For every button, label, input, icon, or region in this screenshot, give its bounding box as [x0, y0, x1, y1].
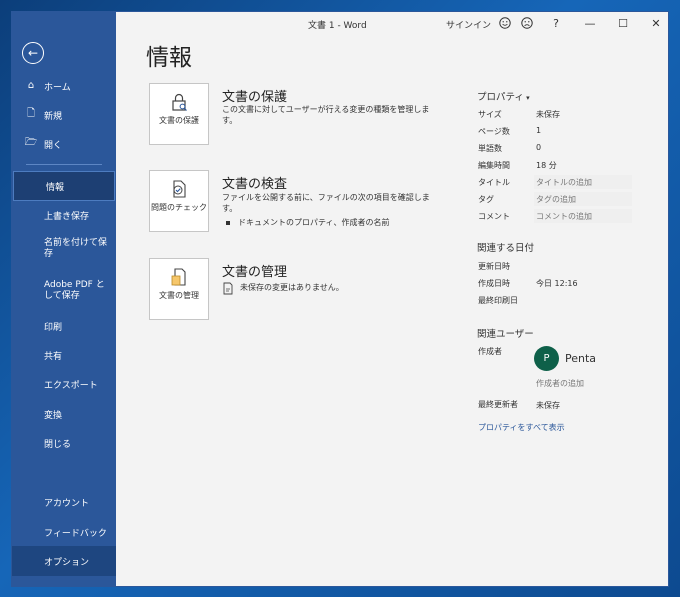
author-label: 作成者: [478, 347, 502, 356]
nav-export[interactable]: エクスポート: [12, 369, 116, 399]
prop-words-label: 単語数: [478, 144, 502, 153]
nav-transform[interactable]: 変換: [12, 399, 116, 429]
date-modified-label: 更新日時: [478, 262, 510, 271]
date-created-label: 作成日時: [478, 279, 510, 288]
nav-export-label: エクスポート: [44, 380, 98, 391]
nav-new[interactable]: 🗋 新規: [12, 100, 116, 130]
nav-info[interactable]: 情報: [13, 171, 115, 201]
nav-feedback-label: フィードバック: [44, 528, 107, 539]
nav-options-label: オプション: [44, 557, 90, 568]
related-people-heading: 関連ユーザー: [477, 329, 534, 340]
nav-save[interactable]: 上書き保存: [12, 200, 116, 230]
show-all-properties-link[interactable]: プロパティをすべて表示: [478, 422, 565, 433]
inspect-document-description: ファイルを公開する前に、ファイルの次の項目を確認します。: [222, 193, 430, 213]
prop-title-label: タイトル: [478, 178, 510, 187]
back-arrow-icon[interactable]: ←: [22, 42, 44, 64]
protect-document-heading: 文書の保護: [222, 90, 288, 105]
prop-size-label: サイズ: [478, 110, 502, 119]
prop-comments-input[interactable]: コメントの追加: [534, 209, 632, 223]
sign-in-link[interactable]: サインイン: [446, 18, 491, 31]
check-for-issues-button[interactable]: 問題のチェック: [149, 170, 209, 232]
nav-account[interactable]: アカウント: [12, 487, 116, 517]
close-icon[interactable]: ✕: [649, 16, 663, 30]
prop-words-value: 0: [536, 143, 542, 152]
inspect-document-heading: 文書の検査: [222, 177, 288, 192]
nav-close[interactable]: 閉じる: [12, 428, 116, 458]
bullet-mark: [226, 220, 230, 225]
frown-icon[interactable]: [520, 16, 534, 30]
nav-info-label: 情報: [46, 182, 65, 193]
nav-save-as-pdf-label: Adobe PDF として保存: [44, 280, 105, 301]
avatar[interactable]: P: [534, 346, 559, 371]
nav-home[interactable]: ⌂ ホーム: [12, 71, 116, 101]
nav-transform-label: 変換: [44, 410, 63, 421]
date-last-printed-label: 最終印刷日: [478, 296, 518, 305]
folder-open-icon: 🗁: [24, 136, 38, 148]
manage-document-label: 文書の管理: [159, 291, 199, 300]
prop-pages-label: ページ数: [478, 127, 510, 136]
sidebar-divider: [26, 164, 102, 165]
prop-editing-time-value: 18 分: [536, 161, 557, 170]
prop-tags-label: タグ: [478, 195, 494, 204]
nav-new-label: 新規: [44, 111, 63, 122]
manage-document-icon: [170, 267, 188, 287]
nav-account-label: アカウント: [44, 498, 90, 509]
author-name[interactable]: Penta: [565, 352, 596, 365]
home-icon: ⌂: [27, 79, 35, 91]
word-window: ← ⌂ ホーム 🗋 新規 🗁 開く 情報 上書き保存 名前を付けて保存 Adob…: [11, 11, 669, 587]
properties-heading-text: プロパティ: [477, 92, 524, 103]
last-modified-by-value: 未保存: [536, 401, 560, 410]
nav-print[interactable]: 印刷: [12, 311, 116, 341]
protect-document-button[interactable]: 文書の保護: [149, 83, 209, 145]
protect-document-label: 文書の保護: [159, 116, 199, 125]
lock-icon: [170, 92, 188, 112]
related-dates-heading: 関連する日付: [477, 243, 535, 254]
nav-save-as[interactable]: 名前を付けて保存: [12, 232, 116, 266]
nav-open[interactable]: 🗁 開く: [12, 129, 116, 159]
prop-title-input[interactable]: タイトルの追加: [534, 175, 632, 189]
nav-save-label: 上書き保存: [44, 211, 90, 222]
unsaved-changes-icon: [222, 280, 234, 299]
check-for-issues-label: 問題のチェック: [151, 203, 207, 212]
manage-document-description: 未保存の変更はありません。: [240, 283, 344, 292]
maximize-icon[interactable]: ☐: [616, 16, 630, 30]
prop-size-value: 未保存: [536, 110, 560, 119]
nav-save-as-label: 名前を付けて保存: [44, 238, 108, 259]
inspect-document-icon: [170, 179, 188, 199]
title-bar: 文書 1 - Word サインイン ? — ☐ ✕: [116, 12, 668, 34]
prop-editing-time-label: 編集時間: [478, 161, 510, 170]
last-modified-by-label: 最終更新者: [478, 400, 518, 409]
manage-document-button[interactable]: 文書の管理: [149, 258, 209, 320]
help-icon[interactable]: ?: [549, 16, 563, 30]
backstage-sidebar: ← ⌂ ホーム 🗋 新規 🗁 開く 情報 上書き保存 名前を付けて保存 Adob…: [12, 12, 116, 586]
protect-document-description: この文書に対してユーザーが行える変更の種類を管理します。: [222, 105, 430, 125]
nav-options[interactable]: オプション: [12, 546, 116, 576]
window-title: 文書 1 - Word: [308, 21, 367, 31]
add-author-link[interactable]: 作成者の追加: [536, 378, 584, 389]
nav-share[interactable]: 共有: [12, 340, 116, 370]
date-created-value: 今日 12:16: [536, 279, 578, 288]
prop-pages-value: 1: [536, 126, 542, 135]
nav-print-label: 印刷: [44, 322, 63, 333]
prop-comments-label: コメント: [478, 212, 510, 221]
manage-document-heading: 文書の管理: [222, 265, 288, 280]
minimize-icon[interactable]: —: [583, 16, 597, 30]
smiley-icon[interactable]: [498, 16, 512, 30]
inspect-document-bullet: ドキュメントのプロパティ、作成者の名前: [226, 217, 390, 228]
inspect-document-bullet-text: ドキュメントのプロパティ、作成者の名前: [238, 218, 390, 227]
nav-open-label: 開く: [44, 140, 63, 151]
nav-feedback[interactable]: フィードバック: [12, 517, 116, 547]
page-title: 情報: [146, 45, 192, 71]
nav-save-as-pdf[interactable]: Adobe PDF として保存: [12, 274, 116, 308]
nav-close-label: 閉じる: [44, 439, 72, 450]
properties-heading[interactable]: プロパティ ▾: [477, 89, 530, 103]
nav-share-label: 共有: [44, 351, 63, 362]
nav-home-label: ホーム: [44, 82, 71, 93]
dropdown-caret-icon: ▾: [523, 94, 530, 102]
prop-tags-input[interactable]: タグの追加: [534, 192, 632, 206]
new-document-icon: 🗋: [26, 107, 36, 119]
